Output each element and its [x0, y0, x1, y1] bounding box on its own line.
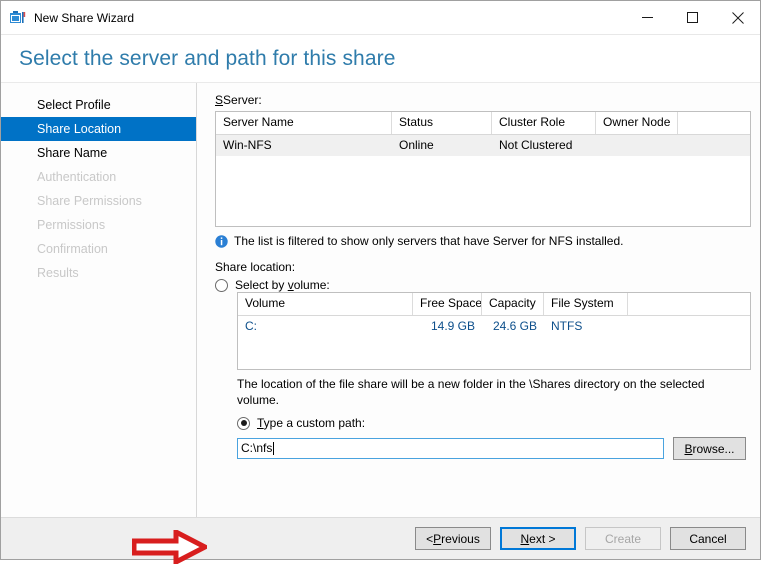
wizard-steps-sidebar: Select Profile Share Location Share Name… [1, 83, 197, 517]
share-folder-icon [9, 9, 27, 27]
cell-free-space: 14.9 GB [430, 319, 475, 333]
custom-path-input[interactable]: C:\nfs [237, 438, 664, 459]
browse-button[interactable]: Browse... [673, 437, 746, 460]
info-icon [215, 235, 228, 248]
server-table[interactable]: Server Name Status Cluster Role Owner No… [215, 111, 751, 227]
maximize-button[interactable] [670, 2, 715, 34]
server-table-header: Server Name Status Cluster Role Owner No… [216, 112, 750, 135]
wizard-body: Select Profile Share Location Share Name… [1, 83, 760, 567]
custom-path-value: C:\nfs [241, 441, 273, 455]
column-header-spacer [678, 112, 750, 134]
select-by-volume-label: Select by volume: [235, 278, 330, 292]
custom-path-label: Type a custom path: [257, 416, 366, 430]
column-header-volume[interactable]: Volume [238, 293, 413, 315]
cell-owner-node [596, 135, 678, 156]
custom-path-radio[interactable] [237, 416, 250, 430]
select-by-volume-radio[interactable] [215, 278, 228, 292]
column-header-owner-node[interactable]: Owner Node [596, 112, 678, 134]
next-button[interactable]: Next > [500, 527, 576, 550]
create-button: Create [585, 527, 661, 550]
share-location-label: Share location: [215, 260, 296, 274]
nfs-filter-info-text: The list is filtered to show only server… [234, 234, 624, 248]
cell-server-name: Win-NFS [223, 138, 272, 152]
new-share-wizard-window: New Share Wizard Select the server and p… [0, 0, 761, 567]
share-location-description: The location of the file share will be a… [237, 377, 705, 407]
close-button[interactable] [715, 2, 760, 34]
wizard-content: SServer: Server Name Status Cluster Role… [197, 83, 760, 517]
server-label-text: Server: [223, 93, 262, 107]
previous-button[interactable]: < Previous [415, 527, 491, 550]
column-header-spacer [628, 293, 750, 315]
column-header-file-system[interactable]: File System [544, 293, 628, 315]
column-header-server-name[interactable]: Server Name [216, 112, 392, 134]
custom-path-radio-row[interactable]: Type a custom path: [237, 416, 751, 430]
sidebar-item-share-location[interactable]: Share Location [1, 117, 196, 141]
cell-spacer [678, 135, 750, 156]
volume-table[interactable]: Volume Free Space Capacity File System C… [237, 292, 751, 370]
cell-file-system: NTFS [551, 319, 583, 333]
cell-capacity: 24.6 GB [492, 319, 537, 333]
window-title: New Share Wizard [34, 10, 135, 25]
sidebar-item-confirmation: Confirmation [37, 242, 108, 256]
custom-path-row: C:\nfs Browse... [237, 437, 751, 460]
column-header-cluster-role[interactable]: Cluster Role [492, 112, 596, 134]
sidebar-item-results: Results [37, 266, 79, 280]
sidebar-item-share-name[interactable]: Share Name [1, 141, 196, 165]
cell-volume: C: [245, 319, 257, 333]
table-row[interactable]: Win-NFS Online Not Clustered [216, 135, 750, 156]
red-right-arrow-icon [131, 527, 211, 567]
page-title: Select the server and path for this shar… [19, 46, 396, 70]
cell-status: Online [399, 138, 434, 152]
column-header-free-space[interactable]: Free Space [413, 293, 482, 315]
server-label: SServer: [215, 93, 262, 107]
column-header-status[interactable]: Status [392, 112, 492, 134]
table-row[interactable]: C: 14.9 GB 24.6 GB NTFS [238, 316, 750, 337]
sidebar-item-share-permissions: Share Permissions [37, 194, 142, 208]
minimize-button[interactable] [625, 2, 670, 34]
cell-spacer [628, 316, 750, 337]
page-header: Select the server and path for this shar… [1, 35, 760, 83]
select-by-volume-radio-row[interactable]: Select by volume: [215, 278, 751, 292]
sidebar-item-permissions: Permissions [37, 218, 106, 232]
sidebar-item-select-profile[interactable]: Select Profile [1, 93, 196, 117]
column-header-capacity[interactable]: Capacity [482, 293, 544, 315]
nfs-filter-info: The list is filtered to show only server… [215, 234, 751, 248]
wizard-footer: < Previous Next > Create Cancel [1, 517, 760, 559]
sidebar-item-authentication: Authentication [37, 170, 117, 184]
title-bar: New Share Wizard [1, 1, 760, 35]
volume-table-header: Volume Free Space Capacity File System [238, 293, 750, 316]
cell-cluster-role: Not Clustered [499, 138, 573, 152]
text-caret [273, 442, 275, 455]
cancel-button[interactable]: Cancel [670, 527, 746, 550]
